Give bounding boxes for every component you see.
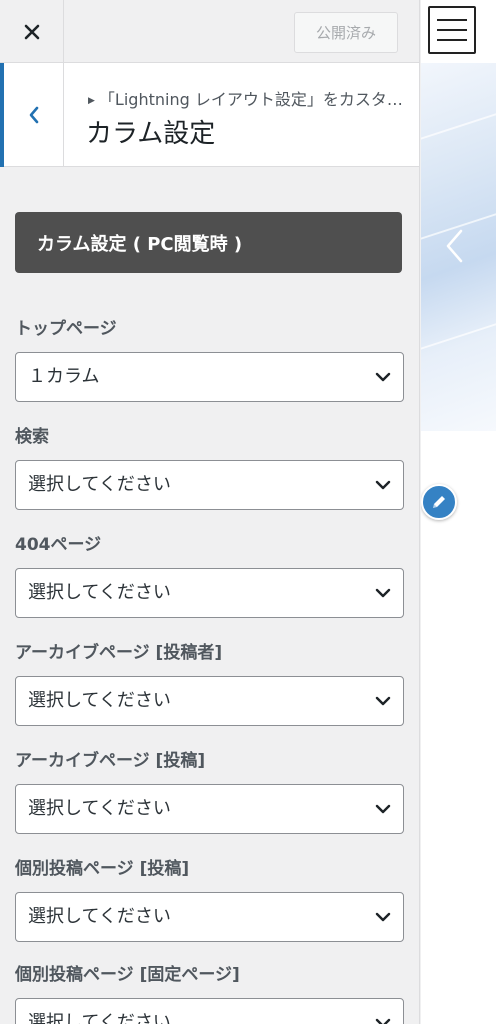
- section-title: カラム設定: [86, 119, 216, 149]
- pencil-icon: [433, 496, 445, 508]
- hamburger-menu-button[interactable]: [428, 6, 476, 54]
- field-single-post: 個別投稿ページ [投稿] 選択してください: [15, 856, 404, 942]
- field-label: アーカイブページ [投稿者]: [15, 643, 223, 663]
- chevron-left-icon: [29, 106, 38, 124]
- select-value: 選択してください: [28, 798, 171, 819]
- select-value: １カラム: [28, 366, 100, 387]
- select-value: 選択してください: [28, 474, 171, 495]
- menu-bar: [437, 39, 467, 41]
- chevron-down-icon: [375, 1018, 391, 1024]
- section-header: ▶「Lightning レイアウト設定」をカスタマイズ中 カラム設定: [0, 63, 419, 167]
- field-label: 検索: [15, 427, 49, 447]
- breadcrumb-text: 「Lightning レイアウト設定」をカスタマイズ中: [98, 90, 406, 109]
- close-button[interactable]: [0, 0, 64, 63]
- field-404: 404ページ 選択してください: [15, 532, 404, 618]
- back-button[interactable]: [0, 63, 64, 167]
- chevron-down-icon: [375, 912, 391, 922]
- layout-select[interactable]: 選択してください: [15, 568, 404, 618]
- customizer-panel: 公開済み ▶「Lightning レイアウト設定」をカスタマイズ中 カラム設定 …: [0, 0, 420, 1024]
- triangle-icon: ▶: [88, 96, 95, 106]
- chevron-down-icon: [375, 372, 391, 382]
- field-top-page: トップページ １カラム: [15, 316, 404, 402]
- select-value: 選択してください: [28, 1012, 171, 1024]
- layout-select[interactable]: 選択してください: [15, 998, 404, 1024]
- layout-select[interactable]: １カラム: [15, 352, 404, 402]
- chevron-down-icon: [375, 588, 391, 598]
- chevron-down-icon: [375, 804, 391, 814]
- layout-select[interactable]: 選択してください: [15, 892, 404, 942]
- field-label: 個別投稿ページ [固定ページ]: [15, 965, 240, 985]
- hero-decoration: [421, 312, 496, 356]
- breadcrumb: ▶「Lightning レイアウト設定」をカスタマイズ中: [88, 86, 406, 110]
- field-label: トップページ: [15, 319, 117, 339]
- field-label: アーカイブページ [投稿]: [15, 751, 206, 771]
- layout-select[interactable]: 選択してください: [15, 676, 404, 726]
- select-value: 選択してください: [28, 582, 171, 603]
- field-archive-post: アーカイブページ [投稿] 選択してください: [15, 748, 404, 834]
- group-banner: カラム設定 ( PC閲覧時 ): [15, 212, 402, 273]
- hero-decoration: [421, 102, 496, 146]
- select-value: 選択してください: [28, 906, 171, 927]
- chevron-down-icon: [375, 480, 391, 490]
- publish-button[interactable]: 公開済み: [294, 12, 398, 53]
- menu-bar: [437, 29, 467, 31]
- field-label: 個別投稿ページ [投稿]: [15, 859, 190, 879]
- field-search: 検索 選択してください: [15, 424, 404, 510]
- slider-prev-icon[interactable]: [443, 228, 465, 264]
- menu-bar: [437, 19, 467, 21]
- customizer-header: 公開済み: [0, 0, 419, 63]
- field-single-page: 個別投稿ページ [固定ページ] 選択してください: [15, 962, 404, 1024]
- select-value: 選択してください: [28, 690, 171, 711]
- chevron-down-icon: [375, 696, 391, 706]
- edit-shortcut-button[interactable]: [421, 484, 457, 520]
- layout-select[interactable]: 選択してください: [15, 784, 404, 834]
- close-icon: [24, 24, 39, 39]
- layout-select[interactable]: 選択してください: [15, 460, 404, 510]
- field-archive-author: アーカイブページ [投稿者] 選択してください: [15, 640, 404, 726]
- field-label: 404ページ: [15, 535, 102, 555]
- site-preview[interactable]: [421, 0, 496, 1024]
